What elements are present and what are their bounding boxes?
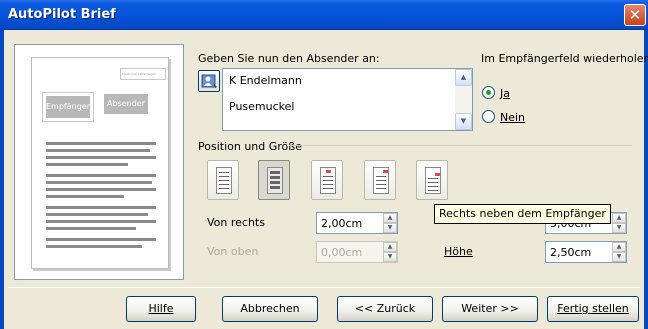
close-icon[interactable]: ✕ <box>624 4 646 26</box>
sender-line-1: K Endelmann <box>229 74 302 87</box>
preview-text-line <box>46 213 148 216</box>
preview-text-line <box>46 174 156 177</box>
height-value: 2,50cm <box>550 246 592 259</box>
from-top-spinbox: 0,00cm ▲ ▼ <box>316 241 398 263</box>
finish-button-label: Fertig stellen <box>557 302 629 315</box>
height-spinbox[interactable]: 2,50cm ▲ ▼ <box>545 241 627 263</box>
spin-up-icon[interactable]: ▲ <box>612 242 626 252</box>
preview-sender-box: Absender <box>104 94 148 114</box>
left-top-icon <box>216 167 232 194</box>
height-label: Höhe <box>444 245 473 258</box>
from-right-spinbox[interactable]: 2,00cm ▲ ▼ <box>316 212 398 234</box>
position-preset-centered[interactable] <box>311 160 343 200</box>
spin-down-icon: ▼ <box>383 252 397 262</box>
preview-text-line <box>46 220 156 223</box>
preview-text-line <box>46 156 156 159</box>
from-right-value: 2,00cm <box>321 217 363 230</box>
preview-text-line <box>46 181 152 184</box>
spin-up-icon[interactable]: ▲ <box>383 213 397 223</box>
radio-ja[interactable] <box>482 86 495 99</box>
from-right-label: Von rechts <box>207 216 265 229</box>
tooltip: Rechts neben dem Empfänger <box>434 204 611 224</box>
spin-up-icon: ▲ <box>383 242 397 252</box>
help-button-label: Hilfe <box>148 302 174 315</box>
spin-down-icon[interactable]: ▼ <box>383 223 397 233</box>
scroll-up-icon[interactable]: ▲ <box>455 69 472 86</box>
preview-stamp: Elektronik Leiterwagen <box>120 68 166 80</box>
position-preset-left-bold[interactable] <box>258 160 290 200</box>
next-button[interactable]: Weiter >> <box>442 296 538 322</box>
right-beside-recipient-icon <box>425 167 441 194</box>
spin-up-icon[interactable]: ▲ <box>612 213 626 223</box>
preview-page: Elektronik Leiterwagen Empfänger Absende… <box>31 57 169 269</box>
sender-label: Geben Sie nun den Absender an: <box>198 52 380 65</box>
position-preset-right-top[interactable] <box>364 160 396 200</box>
preview-text-line <box>46 206 156 209</box>
radio-ja-label[interactable]: Ja <box>500 87 510 100</box>
preview-text-line <box>46 188 156 191</box>
preview-text-line <box>46 163 128 166</box>
window-frame-right <box>644 30 648 329</box>
address-book-icon <box>201 74 217 88</box>
help-button[interactable]: Hilfe <box>126 296 196 322</box>
sender-address-textarea[interactable]: K Endelmann Pusemuckel ▲ ▼ <box>222 68 473 131</box>
position-preset-right-beside[interactable] <box>416 160 448 200</box>
address-book-button[interactable] <box>198 70 220 92</box>
right-top-icon <box>373 167 389 194</box>
cancel-button[interactable]: Abbrechen <box>222 296 318 322</box>
preview-text-line <box>46 149 150 152</box>
back-button[interactable]: << Zurück <box>337 296 433 322</box>
scroll-down-icon[interactable]: ▼ <box>455 113 472 130</box>
footer-divider <box>8 287 640 288</box>
cancel-button-label: Abbrechen <box>240 302 300 315</box>
left-bold-icon <box>267 167 283 194</box>
preview-text-line <box>46 142 156 145</box>
title-bar[interactable]: AutoPilot Brief ✕ <box>0 0 648 30</box>
preview-text-line <box>46 227 136 230</box>
position-preset-left-top[interactable] <box>207 160 239 200</box>
letter-preview: Elektronik Leiterwagen Empfänger Absende… <box>14 44 184 280</box>
centered-icon <box>320 167 336 194</box>
repeat-label: Im Empfängerfeld wiederholen? <box>481 52 648 65</box>
preview-text-line <box>46 245 142 248</box>
from-top-label: Von oben <box>207 245 259 258</box>
spin-down-icon[interactable]: ▼ <box>612 223 626 233</box>
from-right-text: Von rechts <box>207 216 265 229</box>
radio-nein-label[interactable]: Nein <box>500 111 525 124</box>
preview-recipient-box: Empfänger <box>46 96 90 118</box>
textarea-scrollbar[interactable]: ▲ ▼ <box>455 69 472 130</box>
sender-line-2: Pusemuckel <box>229 100 295 113</box>
preview-text-line <box>46 238 156 241</box>
spin-down-icon[interactable]: ▼ <box>612 252 626 262</box>
position-section-label: Position und Größe <box>198 140 302 153</box>
from-top-value: 0,00cm <box>321 246 363 259</box>
preview-text-line <box>46 195 124 198</box>
back-button-label: << Zurück <box>354 302 416 315</box>
section-divider <box>287 145 632 146</box>
finish-button[interactable]: Fertig stellen <box>547 296 639 322</box>
autopilot-letter-window: AutoPilot Brief ✕ Elektronik Leiterwagen… <box>0 0 648 329</box>
window-frame-left <box>0 30 4 329</box>
next-button-label: Weiter >> <box>461 302 519 315</box>
window-title: AutoPilot Brief <box>8 7 116 22</box>
radio-nein[interactable] <box>482 110 495 123</box>
